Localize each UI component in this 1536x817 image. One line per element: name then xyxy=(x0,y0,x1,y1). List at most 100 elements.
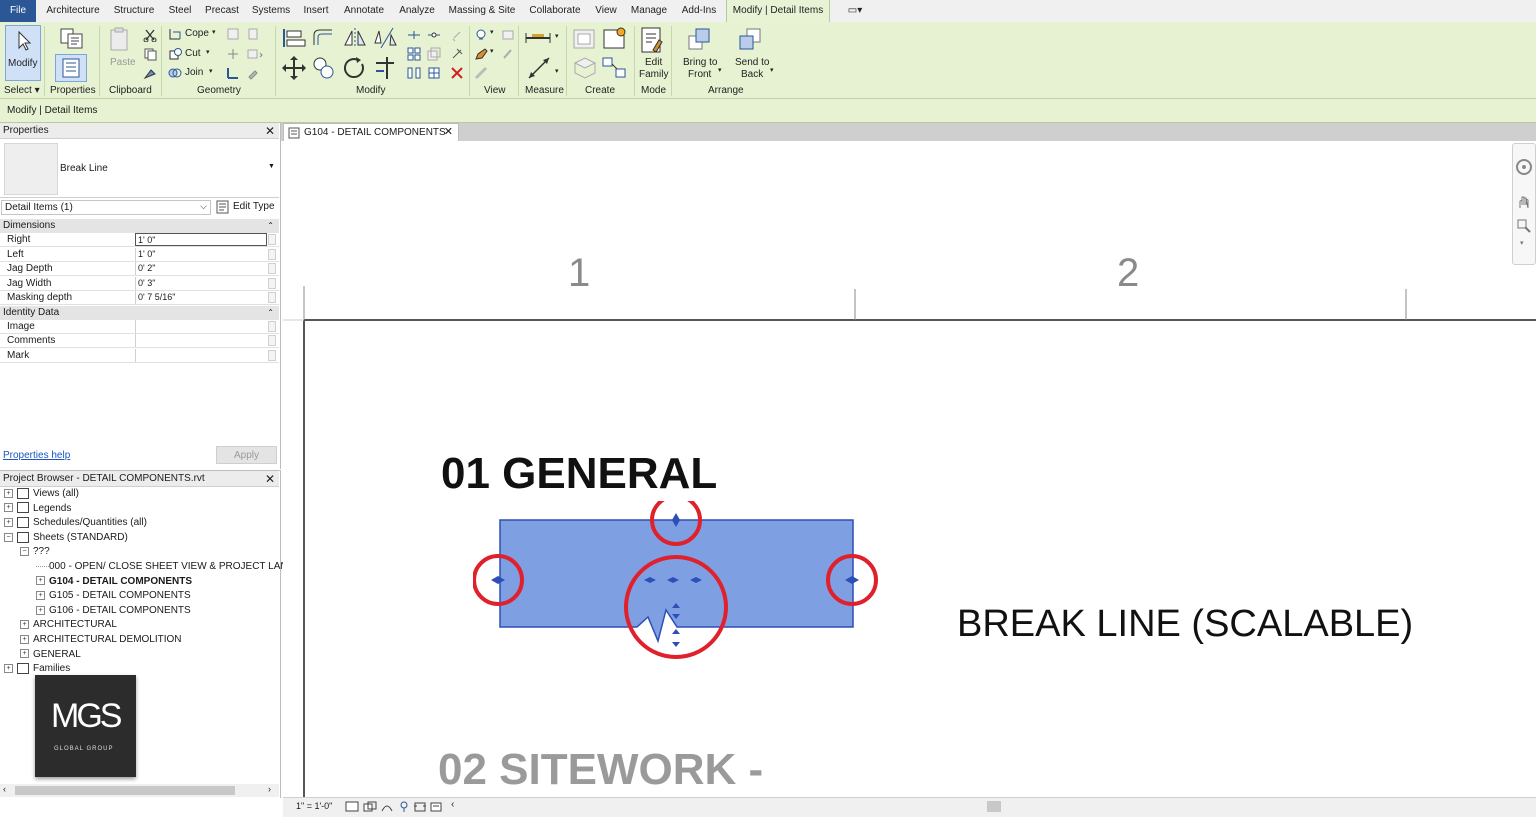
scrollbar-thumb[interactable] xyxy=(15,786,235,795)
property-value-field[interactable]: 0' 7 5/16" xyxy=(135,291,267,304)
menu-tab-massing-site[interactable]: Massing & Site xyxy=(444,0,520,22)
override-dropdown-icon[interactable]: ▾ xyxy=(490,47,494,55)
properties-button[interactable] xyxy=(55,54,87,82)
pencil-icon[interactable] xyxy=(474,47,488,61)
scroll-left-icon[interactable]: ‹ xyxy=(3,784,6,794)
cope-label[interactable]: Cope xyxy=(185,28,209,39)
edit-type-button[interactable]: Edit Type xyxy=(214,199,276,216)
send-to-back-icon[interactable] xyxy=(737,26,765,54)
scale-icon[interactable] xyxy=(427,47,441,61)
join-icon[interactable] xyxy=(168,66,182,80)
paste-icon[interactable] xyxy=(108,26,132,54)
property-value-field[interactable] xyxy=(135,348,267,362)
close-icon[interactable]: ✕ xyxy=(265,123,275,139)
create-similar-icon[interactable] xyxy=(601,55,629,81)
menu-tab-add-ins[interactable]: Add-Ins xyxy=(676,0,722,22)
chevron-down-icon[interactable]: ▼ xyxy=(268,163,275,170)
associate-parameter-button[interactable] xyxy=(268,234,276,245)
instance-filter[interactable]: Detail Items (1) ⌵ xyxy=(1,200,211,215)
close-icon[interactable]: ✕ xyxy=(444,124,453,141)
menu-tab-modify-detail-items[interactable]: Modify | Detail Items xyxy=(726,0,830,22)
modify-tool-button[interactable]: Modify xyxy=(5,25,41,81)
split-icon[interactable] xyxy=(407,28,421,42)
join-dropdown-icon[interactable]: ▾ xyxy=(209,67,213,75)
bring-front-dropdown-icon[interactable]: ▾ xyxy=(718,66,722,74)
menu-tab-view[interactable]: View xyxy=(590,0,622,22)
view-scale[interactable]: 1" = 1'-0" xyxy=(296,801,332,811)
menu-tab-insert[interactable]: Insert xyxy=(298,0,334,22)
lightbulb-icon[interactable] xyxy=(474,28,488,42)
menu-tab-structure[interactable]: Structure xyxy=(108,0,160,22)
join-label[interactable]: Join xyxy=(185,67,203,78)
expand-icon[interactable]: + xyxy=(4,503,13,513)
send-back-dropdown-icon[interactable]: ▾ xyxy=(770,66,774,74)
browser-node[interactable]: + ARCHITECTURAL DEMOLITION xyxy=(20,633,182,647)
menu-tab-annotate[interactable]: Annotate xyxy=(338,0,390,22)
type-selector[interactable]: Break Line ▼ xyxy=(0,139,279,198)
offset-icon[interactable] xyxy=(311,27,337,49)
browser-node[interactable]: −??? xyxy=(20,545,50,559)
browser-node[interactable]: + GENERAL xyxy=(20,648,81,662)
property-value-field[interactable]: 0' 3" xyxy=(135,276,267,290)
menu-tab-precast[interactable]: Precast xyxy=(200,0,244,22)
rotate-icon[interactable] xyxy=(342,55,368,81)
quick-access-toggle-icon[interactable]: ▭▾ xyxy=(842,0,868,22)
horizontal-scrollbar[interactable]: ‹ › xyxy=(0,784,279,797)
property-value-field[interactable] xyxy=(135,319,267,333)
collapse-icon[interactable]: − xyxy=(4,532,13,542)
cope-icon[interactable] xyxy=(168,27,182,41)
scroll-left-icon[interactable]: ‹ xyxy=(451,799,454,810)
cut-geometry-icon[interactable] xyxy=(168,47,182,61)
associate-parameter-button[interactable] xyxy=(268,320,276,332)
associate-parameter-button[interactable] xyxy=(268,292,276,303)
expand-icon[interactable]: + xyxy=(20,649,29,659)
browser-node[interactable]: 000 - OPEN/ CLOSE SHEET VIEW & PROJECT L… xyxy=(36,560,305,574)
split-gap-icon[interactable] xyxy=(427,28,441,42)
property-group-header[interactable]: Dimensions ⌃ xyxy=(0,219,279,233)
detail-level-icon[interactable] xyxy=(345,801,359,813)
measure-tape-icon[interactable] xyxy=(524,29,552,47)
property-group-header[interactable]: Identity Data ⌃ xyxy=(0,305,279,320)
expand-icon[interactable]: + xyxy=(4,488,13,498)
close-icon[interactable]: ✕ xyxy=(265,471,275,487)
view-tool-icon[interactable] xyxy=(501,28,515,42)
property-value-field[interactable] xyxy=(135,334,267,347)
chevron-down-icon[interactable]: ▾ xyxy=(1520,239,1524,247)
mirror-draw-icon[interactable] xyxy=(373,27,399,49)
dimension-dropdown-icon[interactable]: ▾ xyxy=(555,67,559,75)
browser-node[interactable]: + Schedules/Quantities (all) xyxy=(4,516,147,530)
scroll-right-icon[interactable]: › xyxy=(268,784,271,794)
zoom-region-icon[interactable] xyxy=(1516,218,1532,234)
chevron-down-icon[interactable]: ⌵ xyxy=(200,201,207,212)
geometry-tool-icon[interactable] xyxy=(226,27,240,41)
collapse-icon[interactable]: − xyxy=(20,547,29,557)
hide-crop-icon[interactable] xyxy=(429,801,443,813)
array-icon[interactable] xyxy=(407,47,421,61)
browser-node[interactable]: + G104 - DETAIL COMPONENTS xyxy=(36,575,192,589)
expand-icon[interactable]: + xyxy=(4,664,13,674)
demolish-icon[interactable] xyxy=(246,66,260,80)
browser-node[interactable]: + ARCHITECTURAL xyxy=(20,618,117,632)
mirror-axis-icon[interactable] xyxy=(342,27,368,49)
create-group-icon[interactable] xyxy=(571,55,599,81)
shadows-icon[interactable] xyxy=(399,801,409,813)
array-radial-icon[interactable] xyxy=(427,66,441,80)
browser-node[interactable]: + G105 - DETAIL COMPONENTS xyxy=(36,589,191,603)
expand-icon[interactable]: + xyxy=(20,620,29,630)
menu-tab-manage[interactable]: Manage xyxy=(626,0,672,22)
expand-icon[interactable]: + xyxy=(20,634,29,644)
properties-help-link[interactable]: Properties help xyxy=(3,450,70,461)
menu-tab-file[interactable]: File xyxy=(0,0,36,22)
break-line-component[interactable] xyxy=(473,501,903,681)
browser-node[interactable]: − Sheets (STANDARD) xyxy=(4,531,128,545)
associate-parameter-button[interactable] xyxy=(268,335,276,346)
split-face-icon[interactable] xyxy=(226,47,240,61)
cut-dropdown-icon[interactable]: ▾ xyxy=(206,48,210,56)
paint-icon[interactable] xyxy=(246,47,264,61)
select-dropdown[interactable]: Select ▾ xyxy=(4,85,40,96)
cope-dropdown-icon[interactable]: ▾ xyxy=(212,28,216,36)
apply-button[interactable]: Apply xyxy=(216,446,277,464)
hide-dropdown-icon[interactable]: ▾ xyxy=(490,28,494,36)
visual-style-icon[interactable] xyxy=(363,801,377,813)
menu-tab-steel[interactable]: Steel xyxy=(164,0,196,22)
